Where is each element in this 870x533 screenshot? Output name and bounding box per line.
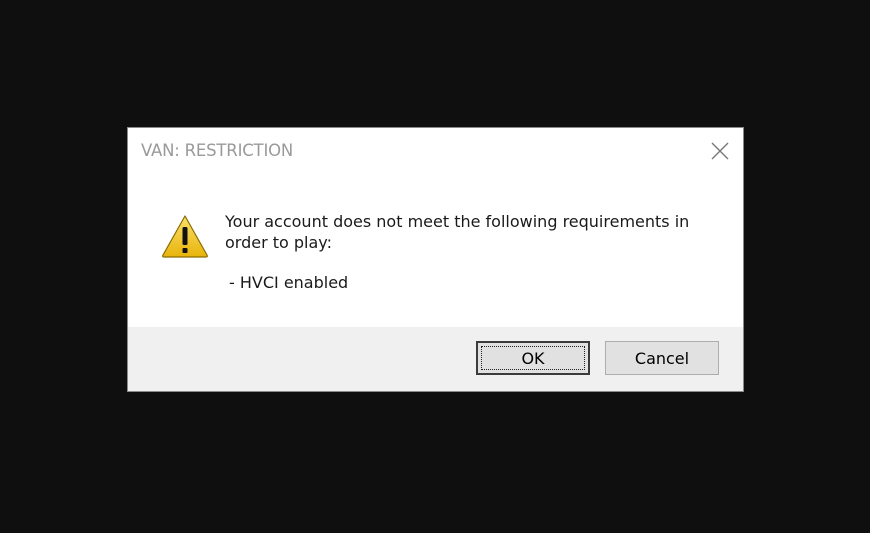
requirement-item: - HVCI enabled [229,273,349,292]
ok-button[interactable]: OK [476,341,590,375]
dialog-content: Your account does not meet the following… [128,174,743,328]
focus-rectangle [481,346,585,370]
dialog-footer: OK Cancel [128,327,743,391]
dialog-title: VAN: RESTRICTION [141,141,294,160]
dialog-message: Your account does not meet the following… [225,212,690,252]
title-bar: VAN: RESTRICTION [128,128,743,174]
warning-icon [162,215,208,258]
cancel-button-label: Cancel [634,348,690,368]
cancel-button[interactable]: Cancel [605,341,719,375]
close-icon [711,142,729,160]
restriction-dialog: VAN: RESTRICTION Your account does not m… [127,127,744,392]
close-button[interactable] [703,134,737,168]
